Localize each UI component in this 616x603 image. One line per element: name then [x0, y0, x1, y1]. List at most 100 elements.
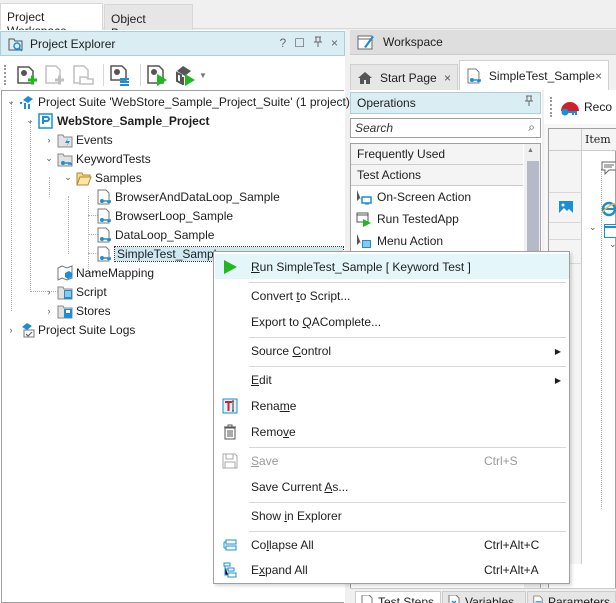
tree-node-dataloop-sample[interactable]: DataLoop_Sample: [96, 225, 214, 244]
project-explorer-header: Project Explorer ? ☐ ×: [0, 31, 345, 56]
tree-node-project-suite-logs[interactable]: › Project Suite Logs: [6, 320, 135, 339]
menu-item-shortcut: Ctrl+S: [484, 454, 518, 468]
collapse-chevron-icon[interactable]: ⌄: [25, 115, 35, 126]
comment-icon: [601, 161, 616, 175]
expand-chevron-icon[interactable]: ›: [44, 287, 54, 297]
tree-node-project[interactable]: ⌄ WebStore_Sample_Project: [25, 111, 210, 130]
menu-item-export-to-qacomplete[interactable]: Export to QAComplete...: [215, 310, 569, 334]
tree-node-keywordtests[interactable]: ⌄ KeywordTests: [44, 149, 151, 168]
rename-icon: [221, 397, 239, 415]
tree-node-browseranddataloop-sample[interactable]: BrowserAndDataLoop_Sample: [96, 187, 280, 206]
record-icon: [561, 102, 579, 116]
workspace-header: Workspace: [350, 30, 616, 55]
tree-node-script[interactable]: › Script: [44, 282, 107, 301]
tree-node-project-suite[interactable]: ⌄ Project Suite 'WebStore_Sample_Project…: [6, 92, 350, 111]
tree-node-label: Stores: [76, 303, 111, 318]
run-dropdown-arrow[interactable]: ▼: [199, 71, 207, 80]
close-tab-icon[interactable]: ×: [595, 69, 602, 83]
grid-row-cell[interactable]: [549, 193, 582, 223]
grid-row-cell[interactable]: [549, 151, 582, 193]
operation-label: Run TestedApp: [377, 212, 459, 226]
editor-bottom-tabs: Test Steps Variables Parameters: [350, 588, 616, 603]
collapse-chevron-icon[interactable]: ⌄: [44, 153, 54, 164]
tab-object-browser[interactable]: Object Browser: [104, 4, 193, 40]
tree-node-events[interactable]: › Events: [44, 130, 113, 149]
operations-search-input[interactable]: Search ⌕: [350, 118, 541, 138]
toolbar-separator: [103, 64, 104, 86]
expand-chevron-icon[interactable]: ›: [44, 306, 54, 316]
close-tab-icon[interactable]: ×: [444, 71, 451, 85]
add-existing-item-button[interactable]: [71, 63, 95, 87]
operation-on-screen-action[interactable]: On-Screen Action: [351, 186, 523, 208]
events-folder-icon: [57, 132, 73, 148]
operation-menu-action[interactable]: Menu Action: [351, 230, 523, 252]
tree-node-label: Project Suite Logs: [38, 322, 136, 337]
search-icon[interactable]: ⌕: [528, 120, 535, 135]
menu-separator: [249, 502, 566, 503]
close-button[interactable]: ×: [331, 36, 338, 51]
menu-item-label: Run SimpleTest_Sample [ Keyword Test ]: [251, 259, 471, 274]
expand-chevron-icon[interactable]: ›: [44, 135, 54, 145]
expand-chevron-icon[interactable]: ›: [6, 325, 16, 335]
menu-item-collapse-all[interactable]: Collapse All Ctrl+Alt+C: [215, 533, 569, 557]
collapse-chevron-icon[interactable]: ⌄: [609, 239, 616, 250]
menu-item-label: Rename: [251, 399, 297, 413]
collapse-chevron-icon[interactable]: ⌄: [63, 172, 73, 183]
pin-button[interactable]: [524, 95, 534, 110]
toolbar-grip[interactable]: [550, 97, 553, 117]
menu-item-rename[interactable]: Rename: [215, 394, 569, 418]
tree-node-namemapping[interactable]: NameMapping: [57, 263, 154, 282]
help-button[interactable]: ?: [280, 36, 287, 51]
record-button[interactable]: Reco: [559, 96, 612, 118]
maximize-button[interactable]: ☐: [294, 36, 305, 51]
category-frequently-used[interactable]: Frequently Used: [351, 144, 523, 165]
menu-item-run[interactable]: Run SimpleTest_Sample [ Keyword Test ]: [215, 254, 569, 279]
tree-node-samples[interactable]: ⌄ Samples: [63, 168, 142, 187]
menu-item-show-in-explorer[interactable]: Show in Explorer: [215, 504, 569, 528]
grid-row-cell[interactable]: [549, 223, 582, 240]
tab-project-workspace[interactable]: Project Workspace: [0, 3, 103, 38]
collapse-chevron-icon[interactable]: ⌄: [6, 96, 16, 107]
tree-node-label: Samples: [95, 170, 142, 185]
run-testedapp-icon: [356, 211, 372, 227]
script-folder-icon: [57, 284, 73, 300]
pin-icon: [313, 36, 322, 47]
menu-item-save-current-as[interactable]: Save Current As...: [215, 475, 569, 499]
tab-parameters[interactable]: Parameters: [527, 591, 616, 603]
project-properties-button[interactable]: [108, 63, 132, 87]
menu-item-convert-to-script[interactable]: Convert to Script...: [215, 284, 569, 308]
column-header-item[interactable]: Item: [585, 133, 611, 146]
category-test-actions[interactable]: Test Actions: [351, 165, 523, 186]
menu-item-source-control[interactable]: Source Control ▶: [215, 339, 569, 363]
stores-folder-icon: [57, 303, 73, 319]
add-new-project-item-button[interactable]: [15, 63, 39, 87]
project-explorer-toolbar: ▼: [0, 59, 345, 91]
add-new-item-button[interactable]: [43, 63, 67, 87]
submenu-arrow-icon: ▶: [554, 346, 561, 356]
window-icon: [604, 224, 616, 238]
pin-button[interactable]: [313, 36, 323, 51]
save-icon: [221, 452, 239, 470]
tab-variables[interactable]: Variables: [442, 591, 526, 603]
operation-run-testedapp[interactable]: Run TestedApp: [351, 208, 523, 230]
tree-node-label: BrowserLoop_Sample: [115, 208, 234, 223]
tab-simpletest-sample[interactable]: SimpleTest_Sample ×: [459, 60, 609, 90]
tree-node-stores[interactable]: › Stores: [44, 301, 111, 320]
menu-separator: [249, 337, 566, 338]
menu-item-remove[interactable]: Remove: [215, 420, 569, 444]
menu-item-save[interactable]: Save Ctrl+S: [215, 449, 569, 473]
logs-icon: [19, 322, 35, 338]
menu-item-edit[interactable]: Edit ▶: [215, 368, 569, 392]
scroll-up-arrow-icon[interactable]: ▲: [527, 147, 534, 154]
tab-start-page[interactable]: Start Page ×: [350, 64, 458, 91]
toolbar-grip[interactable]: [4, 65, 7, 85]
run-icon: [221, 258, 239, 276]
run-project-button[interactable]: [145, 63, 169, 87]
open-folder-icon: [76, 170, 92, 186]
tree-node-browserloop-sample[interactable]: BrowserLoop_Sample: [96, 206, 233, 225]
menu-item-expand-all[interactable]: Expand All Ctrl+Alt+A: [215, 558, 569, 582]
collapse-chevron-icon[interactable]: ⌄: [589, 222, 597, 233]
run-suite-button[interactable]: [173, 63, 197, 87]
tab-label: Test Steps: [378, 595, 435, 603]
tab-test-steps[interactable]: Test Steps: [355, 591, 441, 603]
